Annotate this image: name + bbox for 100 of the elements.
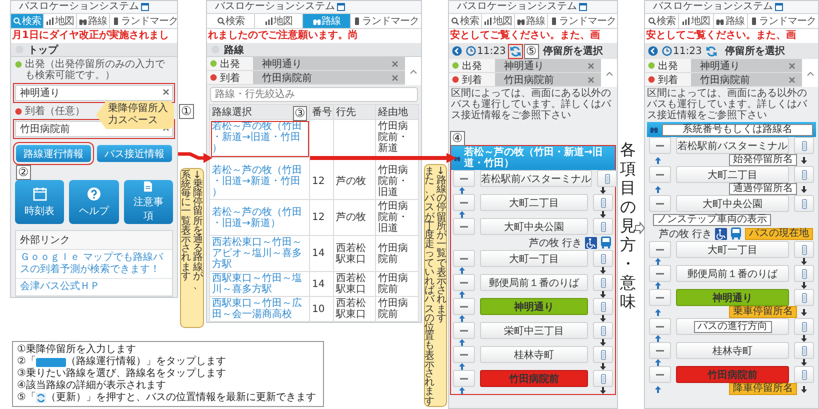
stop-button[interactable]: 大町一丁目 [676, 241, 789, 258]
minus-button[interactable] [649, 195, 671, 212]
stop-button[interactable]: 大町一丁目 [480, 250, 588, 267]
refresh-icon[interactable] [706, 46, 717, 56]
tab[interactable]: 検索 [449, 14, 482, 28]
timetable-icon [802, 346, 806, 356]
minus-button[interactable] [649, 342, 671, 359]
route-link[interactable]: 西駅東口～竹田～塩川～喜多方駅 [210, 272, 310, 296]
timetable-button[interactable] [593, 218, 613, 235]
minus-button[interactable] [453, 298, 475, 315]
refresh-icon[interactable] [510, 46, 521, 56]
timetable-icon [802, 322, 806, 332]
route-link[interactable]: 若松～芦の牧（竹田・旧道→新道・竹田） [210, 158, 310, 200]
minus-button[interactable] [453, 218, 475, 235]
clear-icon[interactable] [392, 74, 398, 80]
stop-button[interactable]: 郵便局前１番のりば [676, 265, 789, 282]
tab[interactable]: 地図 [482, 14, 515, 28]
minus-button[interactable] [453, 346, 475, 363]
tab[interactable]: 路線 [77, 14, 110, 28]
timetable-button[interactable] [794, 241, 814, 258]
minus-button[interactable] [649, 241, 671, 258]
clear-icon[interactable] [789, 76, 795, 82]
notes-button[interactable]: 注意事項 [124, 180, 173, 224]
collapse-button[interactable] [405, 57, 421, 85]
minus-button[interactable] [453, 170, 475, 187]
stop-button[interactable]: 若松駅前バスターミナル [676, 137, 789, 154]
minus-button[interactable] [649, 166, 671, 183]
minus-button[interactable] [453, 250, 475, 267]
timetable-button[interactable] [794, 166, 814, 183]
back-icon[interactable] [452, 46, 462, 56]
stop-button[interactable]: 大町二丁目 [676, 166, 789, 183]
link[interactable]: 会津バス公式ＨＰ [16, 279, 172, 296]
stop-button[interactable]: 大町中央公園 [676, 195, 789, 212]
route-link[interactable]: 若松～芦の牧（竹田・旧道→新道） [210, 200, 310, 236]
stop-button[interactable]: 神明通り [676, 289, 789, 306]
link[interactable]: Ｇｏｏｇｌｅ マップでも路線バスの到着予測が検索できます！ [16, 250, 172, 279]
minus-button[interactable] [649, 366, 671, 383]
minus-button[interactable] [453, 322, 475, 339]
minus-button[interactable] [649, 318, 671, 335]
stop-button[interactable]: バスの進行方向 [676, 318, 789, 335]
bar-chart-icon [264, 17, 272, 25]
timetable-button[interactable] [597, 170, 617, 187]
collapse-button[interactable] [601, 59, 617, 87]
timetable-button[interactable] [794, 342, 814, 359]
stop-button[interactable]: 若松駅前バスターミナル [480, 170, 592, 187]
tab[interactable]: 路線 [515, 14, 548, 28]
clear-icon[interactable] [588, 62, 594, 68]
timetable-button[interactable]: 時刻表 [15, 180, 64, 224]
table-cell: 芦の牧 [334, 200, 376, 236]
minus-button[interactable] [649, 137, 671, 154]
timetable-button[interactable] [593, 370, 613, 387]
stop-button[interactable]: 栄町中三丁目 [480, 322, 588, 339]
timetable-button[interactable] [794, 366, 814, 383]
timetable-button[interactable] [593, 346, 613, 363]
callout-text: ↓乗降停留所を通る路線が、 [193, 170, 203, 290]
clear-icon[interactable] [789, 62, 795, 68]
collapse-button[interactable] [802, 59, 818, 87]
tab[interactable]: 路線 [714, 14, 748, 28]
stop-button[interactable]: 大町中央公園 [480, 218, 588, 235]
help-button[interactable]: ヘルプ [69, 180, 119, 224]
route-link[interactable]: 西若松東口～竹田～アピオ～塩川～喜多方駅 [210, 236, 310, 272]
clear-icon[interactable] [588, 76, 594, 82]
timetable-button[interactable] [794, 137, 814, 154]
stop-button[interactable]: 神明通り [480, 298, 588, 315]
minus-icon [460, 178, 468, 180]
status-dot-icon [452, 76, 459, 83]
down-arrow-icon [600, 291, 606, 298]
stop-button[interactable]: 桂林寺町 [480, 346, 588, 363]
stop-button[interactable]: 桂林寺町 [676, 342, 789, 359]
timetable-button[interactable] [794, 195, 814, 212]
timetable-button[interactable] [593, 194, 613, 211]
clear-icon[interactable] [163, 89, 169, 95]
stop-button[interactable]: 大町二丁目 [480, 194, 588, 211]
back-icon[interactable] [648, 46, 658, 56]
timetable-button[interactable] [593, 250, 613, 267]
timetable-button[interactable] [593, 322, 613, 339]
timetable-button[interactable] [794, 289, 814, 306]
filter-field[interactable]: 路線・行先絞込み [210, 87, 418, 102]
time-label: 11:23 [673, 46, 702, 56]
minus-button[interactable] [649, 289, 671, 306]
route-link[interactable]: 西駅東口～竹田～広田～会一湯商高校 [210, 296, 310, 322]
timetable-icon [600, 222, 606, 232]
field-label: 到着 [462, 74, 482, 86]
clear-icon[interactable] [392, 60, 398, 66]
timetable-button[interactable] [794, 265, 814, 282]
minus-button[interactable] [453, 274, 475, 291]
down-arrow-icon [600, 267, 606, 274]
input-field[interactable]: 神明通り [15, 85, 173, 101]
bar-chart-icon [484, 17, 492, 25]
down-arrow-icon [600, 211, 606, 218]
column-header: 行先 [334, 104, 376, 120]
timetable-button[interactable] [794, 318, 814, 335]
minus-button[interactable] [649, 265, 671, 282]
minus-button[interactable] [453, 194, 475, 211]
timetable-button[interactable] [593, 274, 613, 291]
tab[interactable]: 地図 [44, 14, 77, 28]
timetable-button[interactable] [593, 298, 613, 315]
stop-button[interactable]: 郵便局前１番のりば [480, 274, 588, 291]
field-label: 出発（出発停留所のみの入力でも検索可能です。） [25, 59, 166, 81]
minus-button[interactable] [453, 370, 475, 387]
